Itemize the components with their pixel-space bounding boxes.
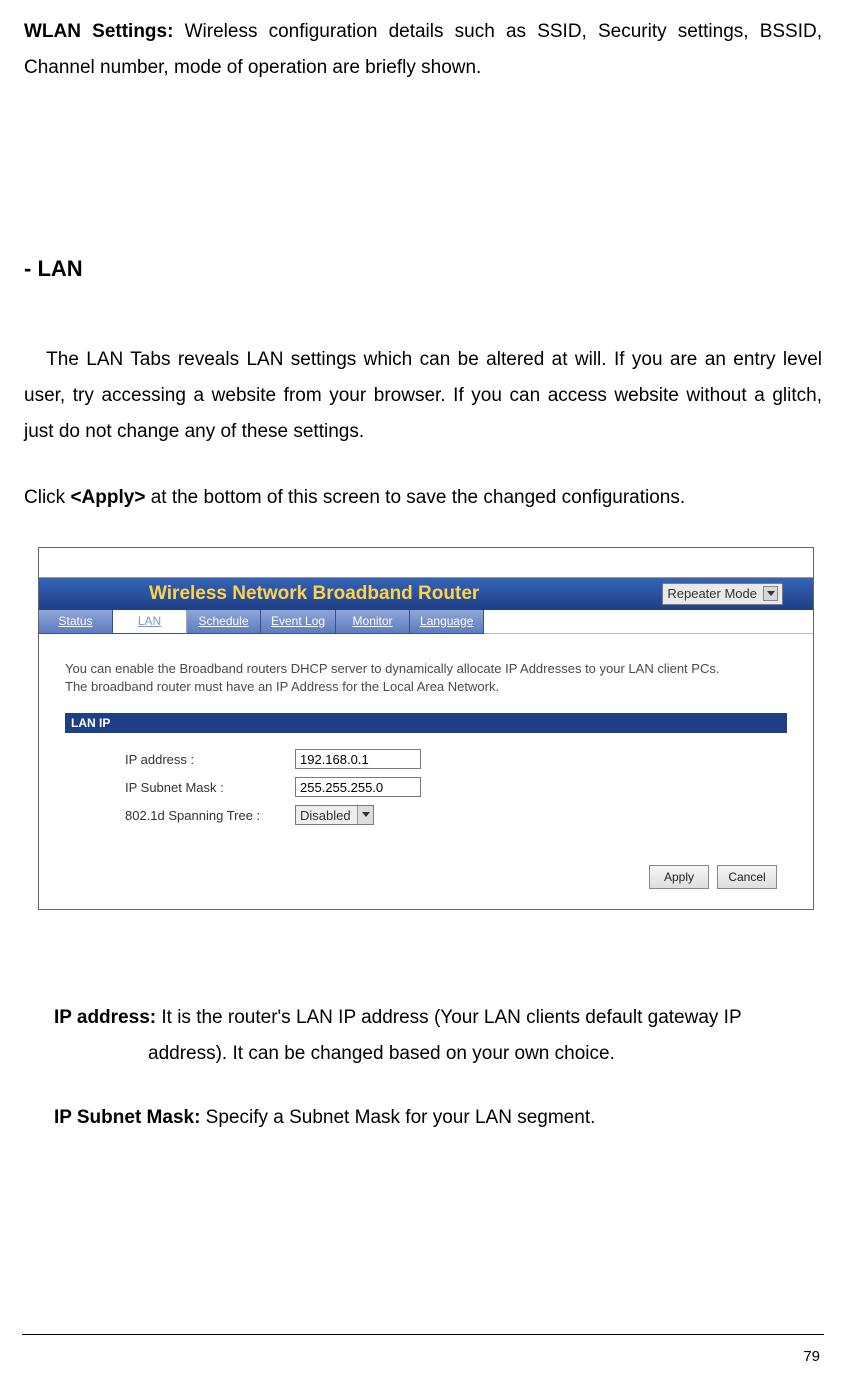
label-ip-address: IP address : bbox=[125, 752, 295, 767]
section-lan-ip: LAN IP bbox=[65, 713, 787, 733]
mode-label: Repeater Mode bbox=[667, 586, 757, 601]
router-title: Wireless Network Broadband Router bbox=[149, 583, 662, 605]
chevron-down-icon bbox=[763, 586, 778, 601]
router-body: You can enable the Broadband routers DHC… bbox=[39, 634, 813, 910]
def-subnet-label: IP Subnet Mask: bbox=[54, 1107, 200, 1128]
page-number: 79 bbox=[803, 1348, 820, 1365]
lan-intro-paragraph: The LAN Tabs reveals LAN settings which … bbox=[24, 342, 822, 450]
tab-schedule[interactable]: Schedule bbox=[187, 610, 261, 634]
tab-status[interactable]: Status bbox=[39, 610, 113, 634]
tab-filler bbox=[484, 610, 813, 634]
lan-heading: - LAN bbox=[24, 256, 822, 282]
tab-row: Status LAN Schedule Event Log Monitor La… bbox=[39, 610, 813, 634]
select-spanning-tree[interactable]: Disabled bbox=[295, 805, 374, 825]
definitions-block: IP address: It is the router's LAN IP ad… bbox=[54, 1000, 822, 1136]
label-spanning-tree: 802.1d Spanning Tree : bbox=[125, 808, 295, 823]
def-ip-subnet: IP Subnet Mask: Specify a Subnet Mask fo… bbox=[54, 1100, 822, 1136]
router-screenshot: Wireless Network Broadband Router Repeat… bbox=[38, 547, 814, 911]
tab-monitor[interactable]: Monitor bbox=[336, 610, 410, 634]
mode-selector[interactable]: Repeater Mode bbox=[662, 583, 783, 605]
chevron-down-icon bbox=[357, 806, 373, 824]
cancel-button[interactable]: Cancel bbox=[717, 865, 777, 889]
label-ip-subnet: IP Subnet Mask : bbox=[125, 780, 295, 795]
button-row: Apply Cancel bbox=[65, 865, 787, 899]
def-ip-text-l1: It is the router's LAN IP address (Your … bbox=[156, 1007, 742, 1028]
wlan-settings-paragraph: WLAN Settings: Wireless configuration de… bbox=[24, 14, 822, 86]
router-ui-window: Wireless Network Broadband Router Repeat… bbox=[38, 547, 814, 911]
input-ip-address[interactable] bbox=[295, 749, 421, 769]
apply-button[interactable]: Apply bbox=[649, 865, 709, 889]
apply-bold: <Apply> bbox=[70, 487, 145, 508]
wlan-label: WLAN Settings: bbox=[24, 21, 173, 42]
select-value: Disabled bbox=[300, 808, 351, 823]
help-text: You can enable the Broadband routers DHC… bbox=[65, 660, 745, 698]
row-ip-address: IP address : bbox=[125, 749, 787, 769]
apply-post: at the bottom of this screen to save the… bbox=[145, 487, 685, 508]
def-ip-text-l2: address). It can be changed based on you… bbox=[54, 1036, 822, 1072]
footer-rule bbox=[22, 1334, 824, 1335]
def-ip-address: IP address: It is the router's LAN IP ad… bbox=[54, 1000, 822, 1072]
def-subnet-text: Specify a Subnet Mask for your LAN segme… bbox=[200, 1107, 595, 1128]
def-ip-label: IP address: bbox=[54, 1007, 156, 1028]
input-ip-subnet[interactable] bbox=[295, 777, 421, 797]
tab-lan[interactable]: LAN bbox=[113, 610, 187, 634]
router-header-bar bbox=[39, 548, 813, 578]
row-spanning-tree: 802.1d Spanning Tree : Disabled bbox=[125, 805, 787, 825]
tab-event-log[interactable]: Event Log bbox=[261, 610, 336, 634]
tab-language[interactable]: Language bbox=[410, 610, 484, 634]
apply-pre: Click bbox=[24, 487, 70, 508]
router-title-bar: Wireless Network Broadband Router Repeat… bbox=[39, 578, 813, 610]
apply-paragraph: Click <Apply> at the bottom of this scre… bbox=[24, 480, 822, 516]
row-ip-subnet: IP Subnet Mask : bbox=[125, 777, 787, 797]
